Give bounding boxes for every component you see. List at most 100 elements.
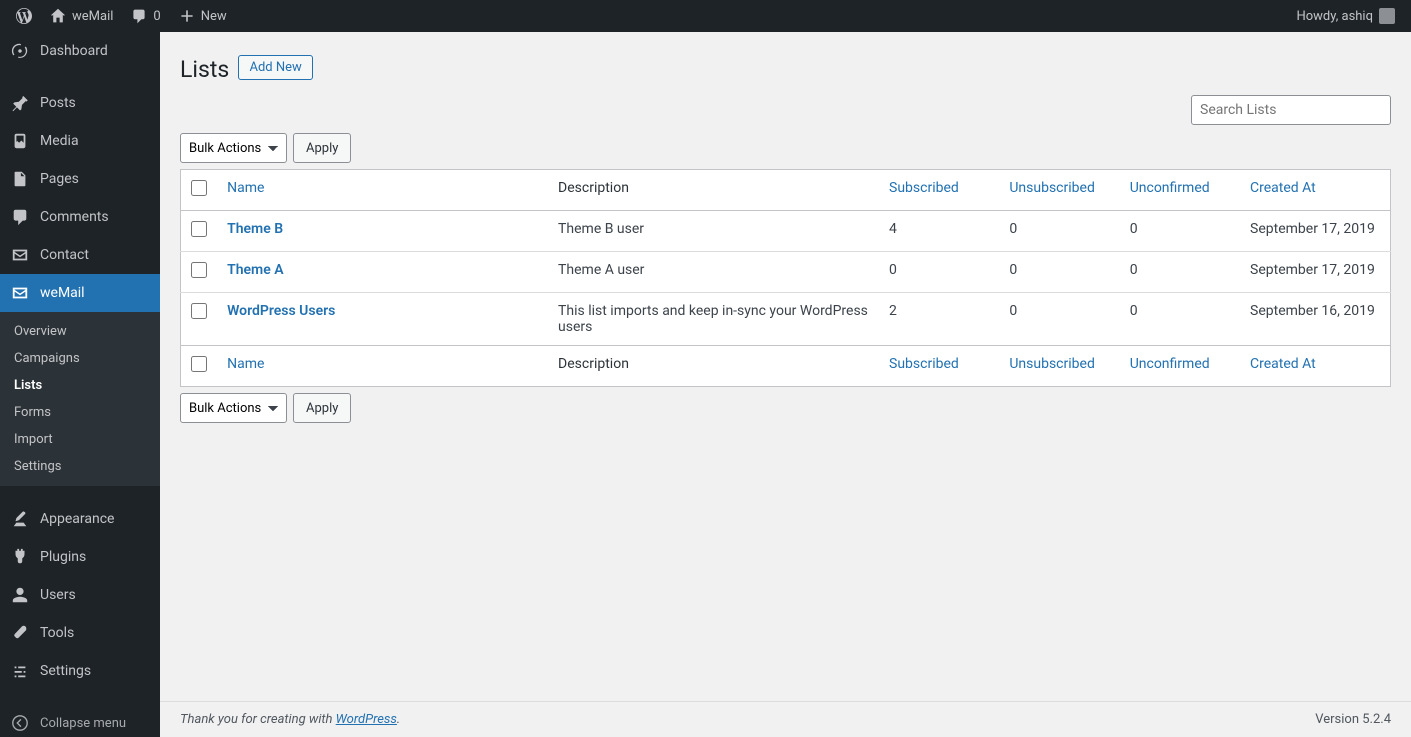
row-checkbox[interactable] [191, 303, 207, 319]
site-name: weMail [72, 9, 113, 24]
sidebar-item-tools[interactable]: Tools [0, 614, 160, 652]
submenu-settings[interactable]: Settings [0, 453, 160, 480]
admin-footer: Thank you for creating with WordPress. V… [160, 701, 1411, 737]
brush-icon [10, 509, 30, 529]
column-description: Description [548, 170, 879, 211]
column-subscribed[interactable]: Subscribed [879, 170, 999, 211]
sidebar-item-dashboard[interactable]: Dashboard [0, 32, 160, 70]
wp-logo[interactable] [8, 0, 40, 32]
sidebar-label: Plugins [40, 549, 86, 565]
comment-icon [131, 8, 147, 24]
column-unconfirmed[interactable]: Unconfirmed [1120, 170, 1240, 211]
sidebar-item-contact[interactable]: Contact [0, 236, 160, 274]
select-all-top[interactable] [191, 180, 207, 196]
sidebar-label: Settings [40, 663, 91, 679]
list-description: Theme A user [548, 252, 879, 293]
sidebar-item-users[interactable]: Users [0, 576, 160, 614]
list-unconfirmed: 0 [1120, 293, 1240, 346]
list-unconfirmed: 0 [1120, 252, 1240, 293]
sidebar-label: Appearance [40, 511, 114, 527]
page-title: Lists [180, 56, 229, 83]
add-new-button[interactable]: Add New [238, 55, 312, 80]
admin-bar: weMail 0 New Howdy, ashiq [0, 0, 1411, 32]
column-unconfirmed[interactable]: Unconfirmed [1120, 346, 1240, 387]
new-label: New [201, 9, 227, 24]
apply-button-top[interactable]: Apply [293, 133, 351, 163]
list-unconfirmed: 0 [1120, 211, 1240, 252]
sidebar-item-appearance[interactable]: Appearance [0, 500, 160, 538]
main-content: Lists Add New Bulk Actions Apply Name De… [160, 32, 1411, 489]
column-name[interactable]: Name [217, 170, 548, 211]
sidebar-label: Media [40, 133, 79, 149]
users-icon [10, 585, 30, 605]
comments-icon [10, 207, 30, 227]
list-unsubscribed: 0 [999, 293, 1119, 346]
table-row: WordPress Users This list imports and ke… [181, 293, 1391, 346]
list-name-link[interactable]: Theme A [227, 262, 283, 278]
column-created-at[interactable]: Created At [1240, 346, 1390, 387]
apply-button-bottom[interactable]: Apply [293, 393, 351, 423]
sidebar-label: Tools [40, 625, 74, 641]
sidebar-item-wemail[interactable]: weMail [0, 274, 160, 312]
column-created-at[interactable]: Created At [1240, 170, 1390, 211]
column-subscribed[interactable]: Subscribed [879, 346, 999, 387]
media-icon [10, 131, 30, 151]
lists-table: Name Description Subscribed Unsubscribed… [180, 169, 1391, 387]
column-unsubscribed[interactable]: Unsubscribed [999, 170, 1119, 211]
plus-icon [179, 8, 195, 24]
mail-icon [10, 245, 30, 265]
dashboard-icon [10, 41, 30, 61]
submenu-import[interactable]: Import [0, 426, 160, 453]
select-all-bottom[interactable] [191, 356, 207, 372]
avatar [1379, 8, 1395, 24]
footer-thanks: Thank you for creating with WordPress. [180, 712, 400, 727]
comments-count: 0 [153, 9, 160, 24]
submenu-lists[interactable]: Lists [0, 372, 160, 399]
sidebar-item-media[interactable]: Media [0, 122, 160, 160]
plugin-icon [10, 547, 30, 567]
search-input[interactable] [1191, 95, 1391, 125]
new-content-link[interactable]: New [171, 0, 235, 32]
collapse-label: Collapse menu [40, 716, 126, 731]
home-icon [50, 8, 66, 24]
list-created-at: September 17, 2019 [1240, 252, 1390, 293]
wordpress-link[interactable]: WordPress [336, 712, 397, 727]
wrench-icon [10, 623, 30, 643]
wemail-icon [10, 283, 30, 303]
list-description: Theme B user [548, 211, 879, 252]
sidebar-label: Pages [40, 171, 79, 187]
footer-version: Version 5.2.4 [1315, 712, 1391, 727]
row-checkbox[interactable] [191, 262, 207, 278]
bulk-actions-select-top[interactable]: Bulk Actions [180, 133, 287, 163]
sidebar-label: Contact [40, 247, 89, 263]
sidebar-item-pages[interactable]: Pages [0, 160, 160, 198]
collapse-icon [10, 713, 30, 733]
submenu-overview[interactable]: Overview [0, 318, 160, 345]
site-name-link[interactable]: weMail [42, 0, 121, 32]
collapse-menu[interactable]: Collapse menu [0, 704, 160, 737]
sidebar-item-posts[interactable]: Posts [0, 84, 160, 122]
page-icon [10, 169, 30, 189]
sidebar-label: Comments [40, 209, 109, 225]
row-checkbox[interactable] [191, 221, 207, 237]
list-subscribed: 4 [879, 211, 999, 252]
table-row: Theme A Theme A user 0 0 0 September 17,… [181, 252, 1391, 293]
sidebar-item-settings[interactable]: Settings [0, 652, 160, 690]
list-description: This list imports and keep in-sync your … [548, 293, 879, 346]
sidebar-item-comments[interactable]: Comments [0, 198, 160, 236]
submenu-forms[interactable]: Forms [0, 399, 160, 426]
sidebar-label: weMail [40, 285, 85, 301]
list-name-link[interactable]: WordPress Users [227, 303, 335, 319]
my-account[interactable]: Howdy, ashiq [1288, 0, 1403, 32]
list-subscribed: 2 [879, 293, 999, 346]
column-unsubscribed[interactable]: Unsubscribed [999, 346, 1119, 387]
sidebar-item-plugins[interactable]: Plugins [0, 538, 160, 576]
list-name-link[interactable]: Theme B [227, 221, 283, 237]
list-subscribed: 0 [879, 252, 999, 293]
table-row: Theme B Theme B user 4 0 0 September 17,… [181, 211, 1391, 252]
submenu-campaigns[interactable]: Campaigns [0, 345, 160, 372]
comments-link[interactable]: 0 [123, 0, 168, 32]
sidebar-label: Dashboard [40, 43, 108, 59]
bulk-actions-select-bottom[interactable]: Bulk Actions [180, 393, 287, 423]
column-name[interactable]: Name [217, 346, 548, 387]
